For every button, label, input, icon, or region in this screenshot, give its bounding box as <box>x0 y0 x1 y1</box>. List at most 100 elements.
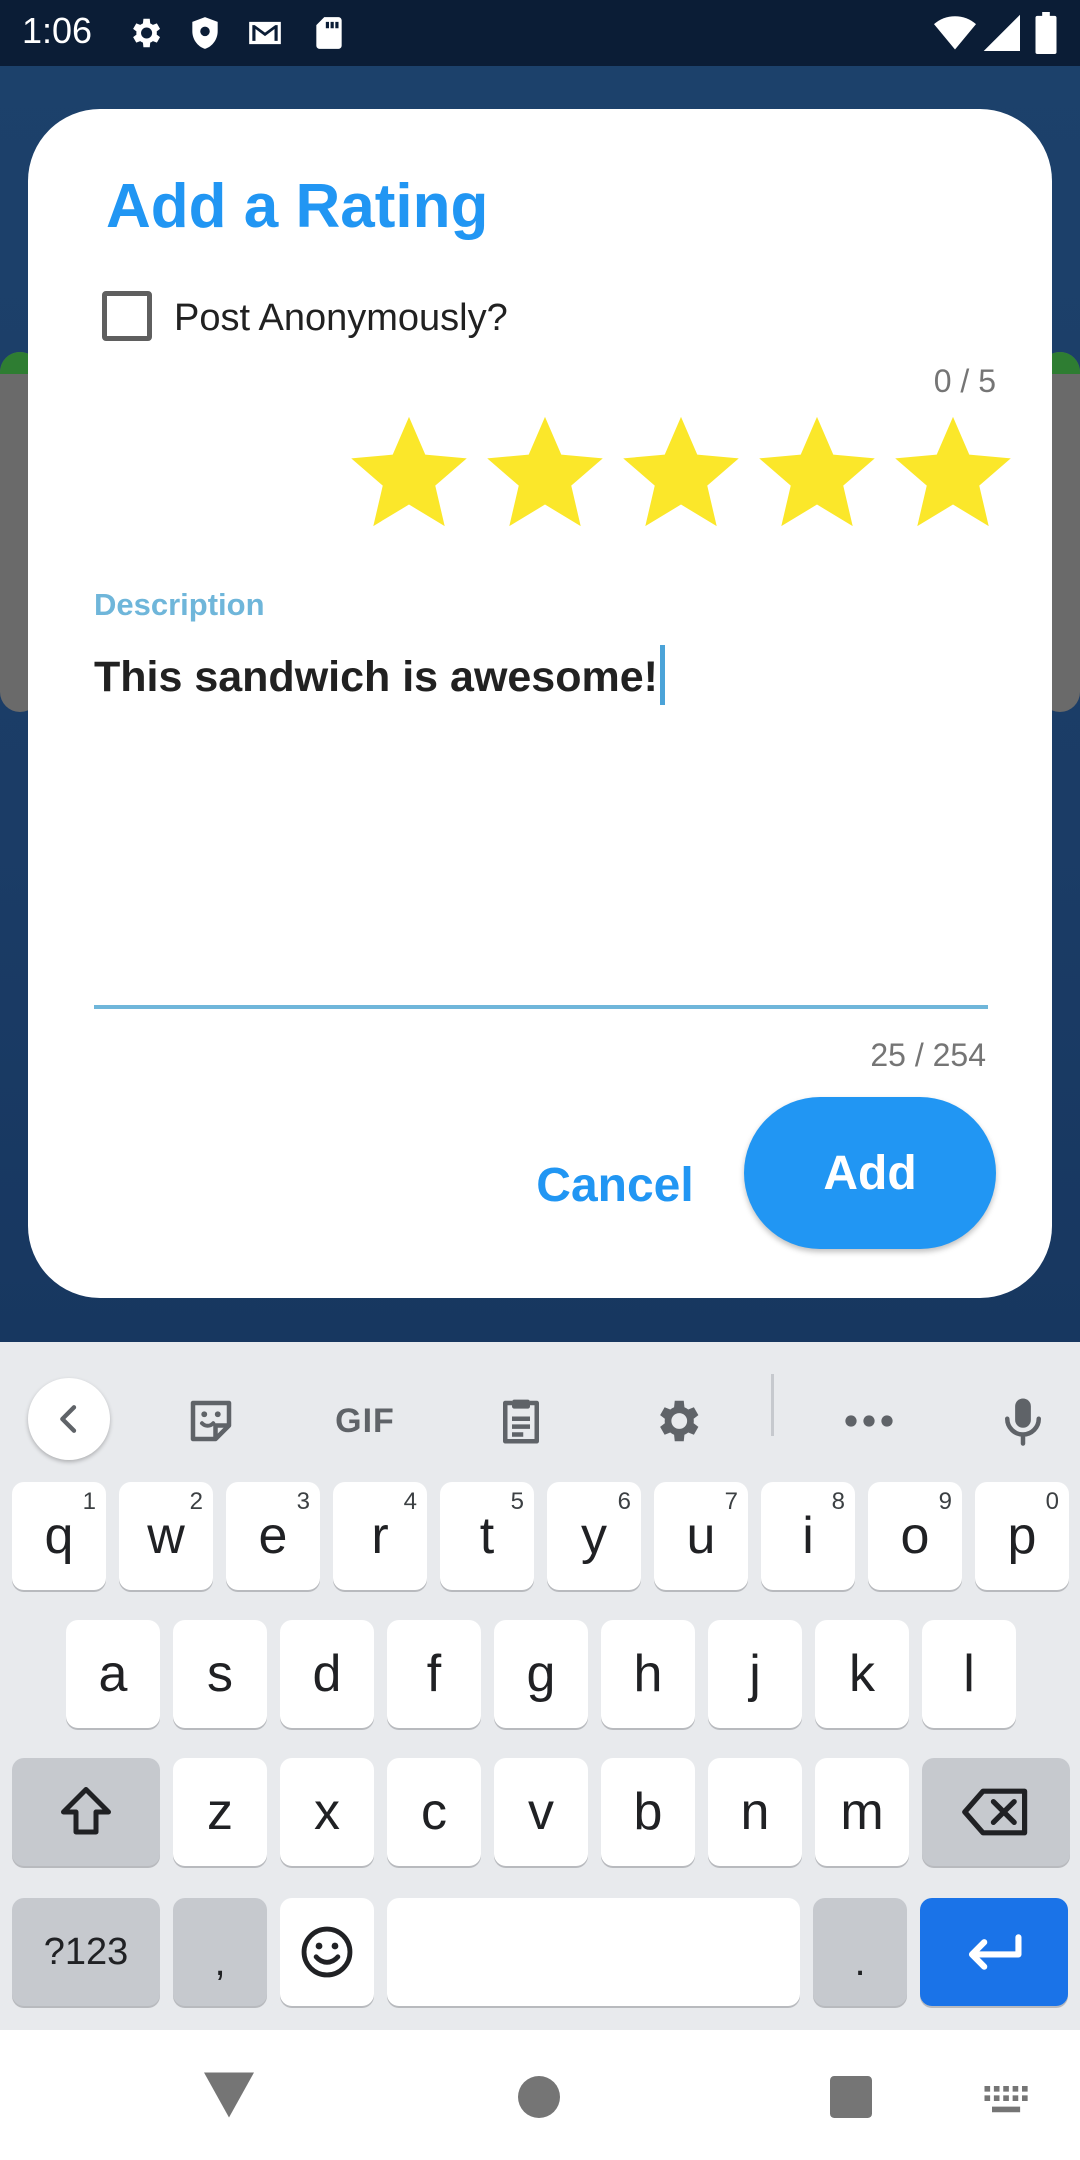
key-label: o <box>900 1507 930 1565</box>
dialog-title: Add a Rating <box>106 172 489 241</box>
key-label: t <box>479 1507 495 1565</box>
toolbar-back-button[interactable] <box>28 1378 110 1460</box>
sticker-button[interactable] <box>166 1376 256 1466</box>
character-count: 25 / 254 <box>870 1037 986 1073</box>
mic-icon <box>1005 1398 1041 1446</box>
key-hint: 5 <box>510 1488 524 1515</box>
key-c[interactable]: c <box>387 1758 481 1866</box>
key-j[interactable]: j <box>708 1620 802 1728</box>
back-triangle-icon[interactable] <box>204 2072 254 2118</box>
recents-square-icon[interactable] <box>830 2076 872 2118</box>
key-h[interactable]: h <box>601 1620 695 1728</box>
text-cursor <box>659 645 665 705</box>
sticker-icon <box>190 1400 232 1442</box>
add-button[interactable]: Add <box>744 1097 996 1249</box>
cancel-button[interactable]: Cancel <box>506 1135 724 1235</box>
shield-icon <box>192 17 218 49</box>
key-t[interactable]: t5 <box>440 1482 534 1590</box>
description-label: Description <box>94 587 265 622</box>
anonymous-label[interactable]: Post Anonymously? <box>174 297 508 340</box>
key-b[interactable]: b <box>601 1758 695 1866</box>
status-bar: 1:06 <box>0 0 1080 66</box>
key-label: u <box>686 1507 716 1565</box>
key-d[interactable]: d <box>280 1620 374 1728</box>
star-icon-2[interactable] <box>482 409 608 535</box>
description-value[interactable]: This sandwich is awesome! <box>94 653 658 701</box>
key-k[interactable]: k <box>815 1620 909 1728</box>
comma-key[interactable]: , <box>173 1898 267 2006</box>
more-icon <box>845 1415 893 1427</box>
key-x[interactable]: x <box>280 1758 374 1866</box>
description-underline <box>94 1005 988 1009</box>
gmail-icon <box>249 21 281 45</box>
key-i[interactable]: i8 <box>761 1482 855 1590</box>
period-key[interactable]: . <box>813 1898 907 2006</box>
star-icon-3[interactable] <box>618 409 744 535</box>
more-button[interactable] <box>824 1376 914 1466</box>
key-hint: 0 <box>1045 1488 1059 1515</box>
battery-icon <box>1035 12 1057 54</box>
key-p[interactable]: p0 <box>975 1482 1069 1590</box>
home-circle-icon[interactable] <box>518 2076 560 2118</box>
key-hint: 6 <box>617 1488 631 1515</box>
key-z[interactable]: z <box>173 1758 267 1866</box>
key-v[interactable]: v <box>494 1758 588 1866</box>
key-label: w <box>147 1507 185 1565</box>
star-rating-bar[interactable] <box>346 409 1016 539</box>
settings-icon <box>660 1400 699 1442</box>
shift-key[interactable] <box>12 1758 160 1866</box>
key-hint: 1 <box>82 1488 96 1515</box>
key-label: e <box>258 1507 288 1565</box>
key-hint: 3 <box>296 1488 310 1515</box>
anonymous-checkbox[interactable] <box>102 291 152 341</box>
clipboard-button[interactable] <box>476 1376 566 1466</box>
key-a[interactable]: a <box>66 1620 160 1728</box>
star-icon-4[interactable] <box>754 409 880 535</box>
key-label: r <box>371 1507 389 1565</box>
wifi-icon <box>934 16 976 50</box>
key-s[interactable]: s <box>173 1620 267 1728</box>
keyboard-switch-icon[interactable] <box>984 2086 1030 2116</box>
navigation-bar <box>0 2030 1080 2160</box>
backspace-key[interactable] <box>922 1758 1070 1866</box>
key-label: p <box>1007 1507 1037 1565</box>
key-m[interactable]: m <box>815 1758 909 1866</box>
key-r[interactable]: r4 <box>333 1482 427 1590</box>
key-l[interactable]: l <box>922 1620 1016 1728</box>
backspace-icon <box>962 1788 1028 1836</box>
star-icon-5[interactable] <box>890 409 1016 535</box>
key-w[interactable]: w2 <box>119 1482 213 1590</box>
key-e[interactable]: e3 <box>226 1482 320 1590</box>
key-g[interactable]: g <box>494 1620 588 1728</box>
symbols-key[interactable]: ?123 <box>12 1898 160 2006</box>
star-icon-1[interactable] <box>346 409 472 535</box>
key-hint: 9 <box>938 1488 952 1515</box>
gif-button[interactable]: GIF <box>320 1376 410 1466</box>
key-label: q <box>44 1507 74 1565</box>
key-label: y <box>581 1507 607 1565</box>
key-f[interactable]: f <box>387 1620 481 1728</box>
keyboard-settings-button[interactable] <box>632 1376 722 1466</box>
enter-key[interactable] <box>920 1898 1068 2006</box>
key-hint: 4 <box>403 1488 417 1515</box>
voice-input-button[interactable] <box>978 1376 1068 1466</box>
key-y[interactable]: y6 <box>547 1482 641 1590</box>
description-input[interactable]: This sandwich is awesome! <box>94 645 665 705</box>
key-q[interactable]: q1 <box>12 1482 106 1590</box>
key-u[interactable]: u7 <box>654 1482 748 1590</box>
emoji-icon <box>301 1926 353 1978</box>
signal-icon <box>983 14 1020 52</box>
space-key[interactable] <box>387 1898 800 2006</box>
key-label: i <box>802 1507 814 1565</box>
clipboard-icon <box>503 1399 539 1444</box>
soft-keyboard: GIF q1 w2 e3 r4 t 5 y 6 u 7 i 8 o 9 p 0 … <box>0 1342 1080 2030</box>
keyboard-toolbar: GIF <box>0 1342 1080 1466</box>
key-hint: 8 <box>831 1488 845 1515</box>
key-n[interactable]: n <box>708 1758 802 1866</box>
key-o[interactable]: o9 <box>868 1482 962 1590</box>
emoji-key[interactable] <box>280 1898 374 2006</box>
chevron-left-icon <box>60 1405 77 1433</box>
key-hint: 2 <box>189 1488 203 1515</box>
rating-count: 0 / 5 <box>933 363 996 399</box>
gif-label: GIF <box>335 1401 395 1440</box>
